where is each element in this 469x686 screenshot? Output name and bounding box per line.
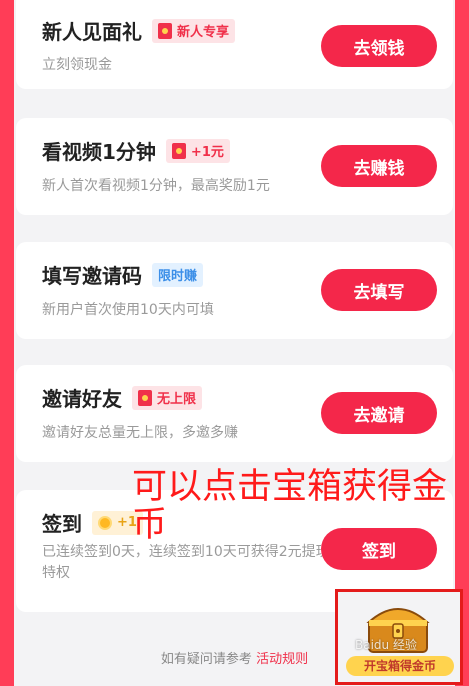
card-title-row: 签到 +1: [42, 508, 143, 537]
card-title-row: 新人见面礼 新人专享: [42, 16, 236, 45]
task-title: 新人见面礼: [42, 20, 142, 44]
task-title: 邀请好友: [42, 387, 122, 411]
task-desc: 新用户首次使用10天内可填: [42, 302, 214, 318]
task-badge: 新人专享: [152, 18, 236, 43]
claim-cash-button[interactable]: 去领钱: [321, 25, 437, 67]
task-card-invite-friends: 邀请好友 无上限 邀请好友总量无上限，多邀多赚 去邀请: [16, 365, 453, 462]
task-title: 签到: [42, 512, 82, 536]
coin-icon: [98, 515, 112, 530]
red-envelope-icon: [171, 142, 186, 159]
red-envelope-icon: [138, 389, 152, 406]
task-desc: 已连续签到0天，连续签到10天可获得2元提现特权: [42, 544, 330, 581]
task-badge: +1元: [165, 138, 230, 163]
earn-money-button[interactable]: 去赚钱: [321, 145, 437, 187]
footer-text: 如有疑问请参考: [160, 652, 252, 667]
card-title-row: 邀请好友 无上限: [42, 383, 203, 412]
baidu-watermark: Baidu 经验: [355, 638, 417, 652]
card-title-row: 填写邀请码 限时赚: [42, 260, 204, 289]
badge-label: 新人专享: [177, 25, 230, 40]
task-card-watch-video: 看视频1分钟 +1元 新人首次看视频1分钟，最高奖励1元 去赚钱: [16, 118, 453, 215]
badge-label: 限时赚: [158, 269, 198, 284]
task-desc: 邀请好友总量无上限，多邀多赚: [42, 425, 238, 441]
red-envelope-icon: [158, 22, 172, 39]
task-desc: 立刻领现金: [42, 57, 112, 73]
task-badge: 无上限: [132, 385, 203, 410]
annotation-text: 可以点击宝箱获得金币: [132, 467, 448, 545]
task-title: 填写邀请码: [42, 264, 142, 288]
badge-label: +1元: [190, 145, 224, 160]
activity-rules-link[interactable]: 活动规则: [256, 652, 308, 667]
fill-code-button[interactable]: 去填写: [321, 269, 437, 311]
task-card-newcomer: 新人见面礼 新人专享 立刻领现金 去领钱: [16, 0, 453, 89]
task-title: 看视频1分钟: [42, 140, 156, 164]
task-desc: 新人首次看视频1分钟，最高奖励1元: [42, 178, 270, 194]
task-card-invite-code: 填写邀请码 限时赚 新用户首次使用10天内可填 去填写: [16, 242, 453, 339]
chest-label: 开宝箱得金币: [346, 656, 454, 676]
invite-button[interactable]: 去邀请: [321, 392, 437, 434]
card-title-row: 看视频1分钟 +1元: [42, 136, 230, 165]
task-badge: 限时赚: [152, 262, 204, 287]
badge-label: 无上限: [157, 392, 197, 407]
